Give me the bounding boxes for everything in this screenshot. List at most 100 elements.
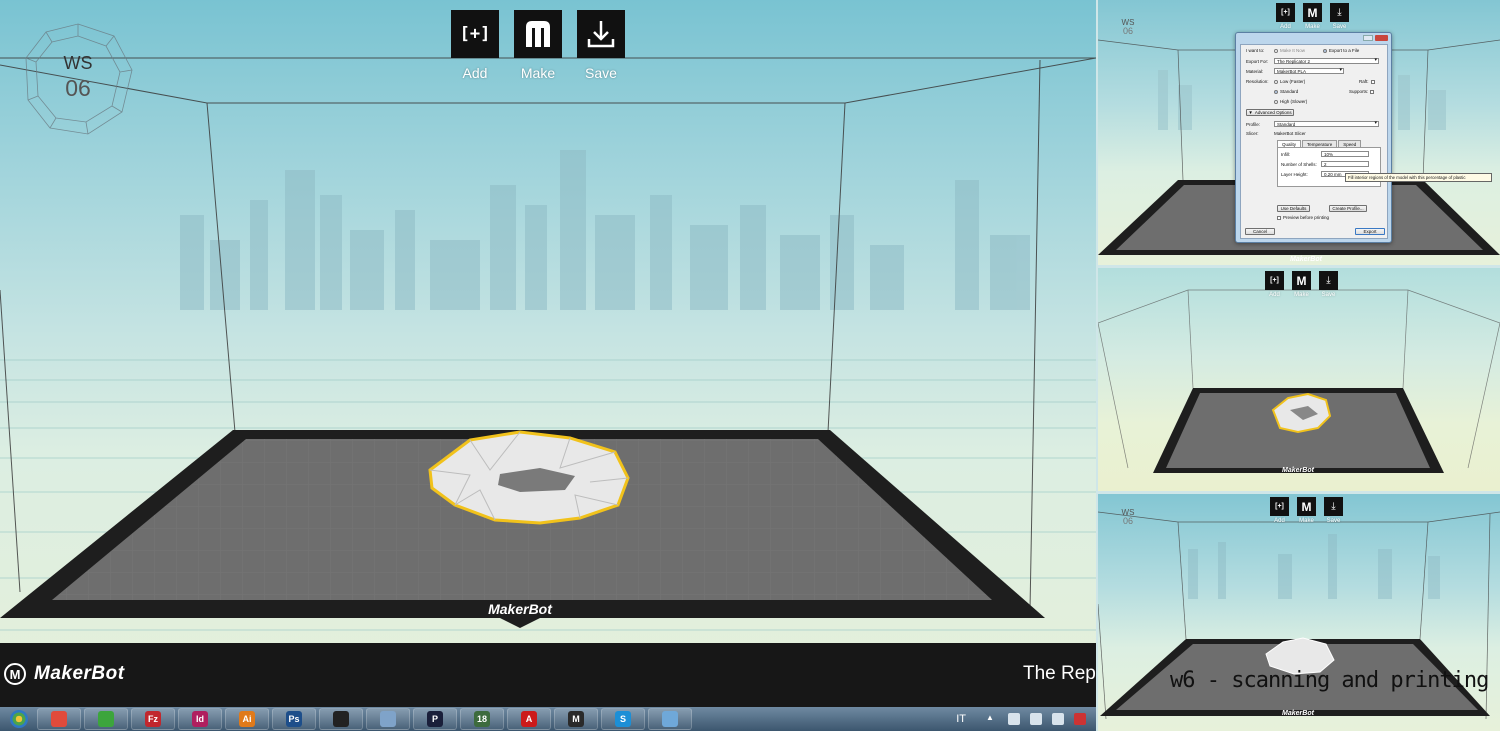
city-skyline	[180, 150, 1030, 310]
add-icon: [+]	[1270, 277, 1279, 284]
main-viewport: MakerBot WS 06 [+] Add Make Save M Maker…	[0, 0, 1096, 731]
makerbot-logo: M MakerBot	[4, 663, 125, 685]
tab-quality[interactable]: Quality	[1277, 140, 1302, 147]
add-label: Add	[462, 65, 488, 81]
taskbar-button[interactable]: S	[601, 708, 645, 730]
download-icon: ⤓	[1331, 501, 1336, 512]
show-hidden-icons-icon[interactable]: ▲	[986, 713, 998, 725]
triangle-down-icon: ▼	[1248, 110, 1253, 115]
preview-checkbox[interactable]	[1277, 215, 1281, 220]
taskbar-button[interactable]	[366, 708, 410, 730]
ws-label: WS	[63, 53, 93, 73]
acrobat-icon: A	[521, 711, 537, 727]
save-label: Save	[585, 65, 617, 81]
indesign-icon: Id	[192, 711, 208, 727]
taskbar-button[interactable]: P	[413, 708, 457, 730]
taskbar-button[interactable]: Id	[178, 708, 222, 730]
slicer-value: MakerBot Slicer	[1274, 131, 1306, 136]
supports-checkbox[interactable]	[1370, 89, 1375, 94]
profile-select[interactable]: Standard	[1274, 121, 1379, 127]
brand-name: MakerBot	[34, 663, 125, 684]
ws-number: 06	[65, 75, 91, 101]
system-tray: IT ▲	[956, 707, 1096, 731]
cancel-button[interactable]: Cancel	[1245, 228, 1275, 235]
thumb3-add-button[interactable]: [+] Add	[1270, 497, 1289, 524]
tray-app-icon[interactable]	[1074, 713, 1086, 725]
res-high-radio[interactable]	[1274, 99, 1278, 104]
taskbar-button[interactable]	[84, 708, 128, 730]
taskbar-button[interactable]: Ai	[225, 708, 269, 730]
export-for-select[interactable]: The Replicator 2	[1274, 58, 1379, 64]
settings-tabs: Quality Temperature Speed	[1277, 140, 1362, 147]
thumb1-toolbar: [+] Add M Make ⤓ Save	[1276, 3, 1357, 30]
makerbot-m-icon: M	[1301, 499, 1312, 514]
export-button[interactable]: Export	[1355, 228, 1385, 235]
tab-speed[interactable]: Speed	[1338, 140, 1362, 147]
start-button[interactable]	[4, 708, 34, 730]
make-it-now-radio[interactable]	[1274, 48, 1278, 53]
thumbnail-scene: MakerBot	[1098, 289, 1500, 474]
tab-temperature[interactable]: Temperature	[1302, 140, 1338, 147]
thumbnail-perspective-view: MakerBot WS 06 [+] Add M Make ⤓ Save	[1098, 494, 1500, 731]
thumb3-make-button[interactable]: M Make	[1297, 497, 1316, 524]
dialog-close-button[interactable]	[1375, 35, 1388, 41]
thumb2-save-button[interactable]: ⤓ Save	[1319, 271, 1338, 298]
download-icon: ⤓	[1326, 275, 1331, 286]
dialog-help-button[interactable]	[1363, 35, 1373, 41]
inkscape-icon	[333, 711, 349, 727]
p-app-icon: P	[427, 711, 443, 727]
download-icon	[587, 21, 615, 48]
add-button[interactable]: [+] Add	[451, 10, 499, 81]
thumb3-ws-badge: WS 06	[1121, 508, 1135, 526]
makerbot-m-icon: M	[1307, 5, 1318, 20]
res-low-radio[interactable]	[1274, 79, 1278, 84]
taskbar-button[interactable]	[319, 708, 363, 730]
thumb1-save-button[interactable]: ⤓ Save	[1330, 3, 1349, 30]
taskbar-button[interactable]: 18	[460, 708, 504, 730]
makerbot-m-icon: M	[1296, 273, 1307, 288]
advanced-options-toggle[interactable]: ▼ Advanced Options	[1246, 109, 1294, 116]
add-icon: [+]	[1281, 9, 1290, 16]
thumb2-bed-brand: MakerBot	[1282, 467, 1315, 474]
taskbar-button[interactable]: Ps	[272, 708, 316, 730]
windows-orb-icon	[10, 710, 28, 728]
thumb3-save-button[interactable]: ⤓ Save	[1324, 497, 1343, 524]
build-volume-scene: MakerBot	[0, 57, 1096, 631]
export-to-file-radio[interactable]	[1323, 48, 1328, 53]
bed-brand-label: MakerBot	[488, 601, 553, 617]
main-toolbar: [+] Add Make Save	[451, 10, 640, 81]
raft-checkbox[interactable]	[1370, 79, 1375, 84]
thumb1-ws-badge: WS 06	[1121, 18, 1135, 36]
printer-selector[interactable]: The Rep	[1023, 663, 1096, 685]
action-center-flag-icon[interactable]	[1052, 713, 1064, 725]
taskbar-button[interactable]: A	[507, 708, 551, 730]
taskbar-button[interactable]	[37, 708, 81, 730]
shells-input[interactable]: 2	[1321, 161, 1369, 167]
filezilla-icon: Fz	[145, 711, 161, 727]
language-indicator[interactable]: IT	[956, 713, 966, 725]
infill-input[interactable]: 10%	[1321, 151, 1369, 157]
thumb3-toolbar: [+] Add M Make ⤓ Save	[1270, 497, 1351, 524]
res-standard-radio[interactable]	[1274, 89, 1278, 94]
make-button[interactable]: Make	[514, 10, 562, 81]
thumb1-make-button[interactable]: M Make	[1303, 3, 1322, 30]
save-button[interactable]: Save	[577, 10, 625, 81]
taskbar-button[interactable]: M	[554, 708, 598, 730]
calculator-icon	[380, 711, 396, 727]
create-profile-button[interactable]: Create Profile...	[1329, 205, 1367, 212]
infill-tooltip: Fill interior regions of the model with …	[1345, 173, 1492, 182]
taskbar-button[interactable]: Fz	[131, 708, 175, 730]
thumb2-make-button[interactable]: M Make	[1292, 271, 1311, 298]
makerbot-m-icon	[526, 21, 550, 47]
use-defaults-button[interactable]: Use Defaults	[1277, 205, 1310, 212]
volume-icon[interactable]	[1008, 713, 1020, 725]
material-select[interactable]: MakerBot PLA	[1274, 68, 1344, 74]
thumb2-add-button[interactable]: [+] Add	[1265, 271, 1284, 298]
taskbar-button[interactable]	[648, 708, 692, 730]
add-icon: [+]	[1275, 503, 1284, 510]
photoshop-icon: Ps	[286, 711, 302, 727]
network-icon[interactable]	[1030, 713, 1042, 725]
thumb1-add-button[interactable]: [+] Add	[1276, 3, 1295, 30]
thumbnail-scene: MakerBot	[1098, 511, 1500, 720]
ws-badge: WS 06	[22, 22, 134, 136]
